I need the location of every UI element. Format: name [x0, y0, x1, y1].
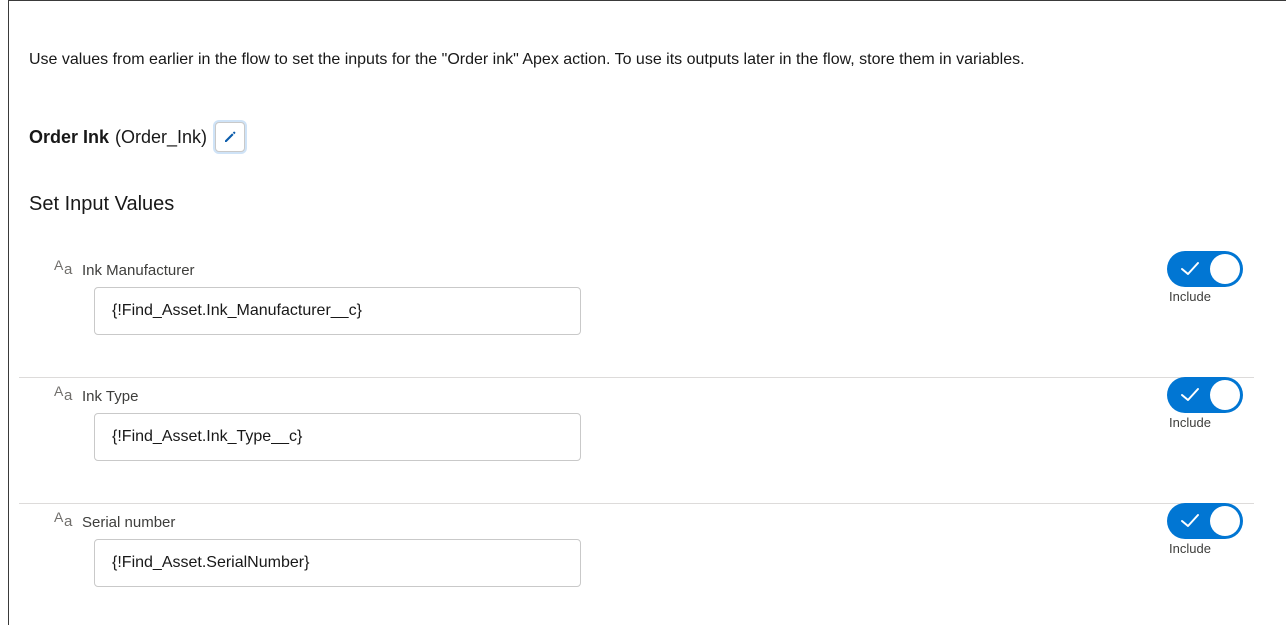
parameter-label: Aa Serial number	[54, 509, 176, 531]
toggle-knob	[1210, 254, 1240, 284]
input-parameter-row: Aa Ink Manufacturer Include	[19, 251, 1254, 378]
action-editor-panel: Use values from earlier in the flow to s…	[8, 0, 1286, 625]
action-label: Order Ink	[29, 126, 110, 147]
parameter-label-text: Serial number	[82, 513, 176, 531]
include-toggle[interactable]	[1167, 377, 1243, 413]
checkmark-icon	[1181, 514, 1199, 527]
input-parameter-row: Aa Serial number Include	[19, 503, 1254, 629]
text-type-icon: Aa	[54, 257, 73, 278]
parameter-label: Aa Ink Manufacturer	[54, 257, 195, 279]
parameter-label-text: Ink Type	[82, 387, 139, 405]
text-type-icon: Aa	[54, 509, 73, 530]
ink-manufacturer-input[interactable]	[94, 287, 581, 335]
toggle-knob	[1210, 506, 1240, 536]
checkmark-icon	[1181, 262, 1199, 275]
include-toggle[interactable]	[1167, 503, 1243, 539]
ink-type-input[interactable]	[94, 413, 581, 461]
parameter-label: Aa Ink Type	[54, 383, 139, 405]
include-label: Include	[1169, 289, 1211, 304]
text-type-icon: Aa	[54, 383, 73, 404]
parameter-label-text: Ink Manufacturer	[82, 261, 195, 279]
include-toggle[interactable]	[1167, 251, 1243, 287]
action-header: Order Ink (Order_Ink)	[29, 122, 246, 152]
serial-number-input[interactable]	[94, 539, 581, 587]
edit-action-button[interactable]	[215, 122, 246, 152]
checkmark-icon	[1181, 388, 1199, 401]
pencil-icon	[225, 131, 236, 142]
description-text: Use values from earlier in the flow to s…	[29, 51, 1025, 68]
include-label: Include	[1169, 415, 1211, 430]
section-title: Set Input Values	[29, 193, 175, 215]
toggle-knob	[1210, 380, 1240, 410]
include-label: Include	[1169, 541, 1211, 556]
action-api-name: (Order_Ink)	[115, 126, 208, 147]
input-parameter-row: Aa Ink Type Include	[19, 377, 1254, 504]
